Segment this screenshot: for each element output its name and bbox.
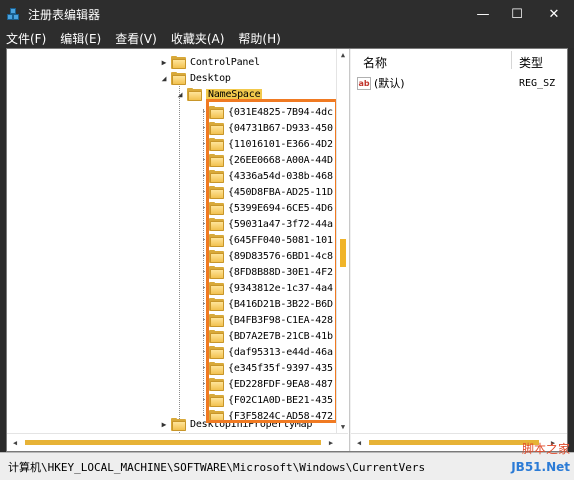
collapse-arrow-icon[interactable]: ◢ [159,71,169,85]
column-divider[interactable] [511,51,512,69]
menu-favorites[interactable]: 收藏夹(A) [171,30,225,47]
site-watermark: 脚本之家 JB51.Net [500,438,574,480]
scroll-right-arrow-icon[interactable]: ▶ [325,436,337,450]
menu-help[interactable]: 帮助(H) [238,30,280,47]
key-tree-pane[interactable]: ▶ ControlPanel ◢ Desktop ◢ NameSpace ▶ D… [7,49,350,451]
tree-node-label: {BD7A2E7B-21CB-41b [228,330,333,342]
editor-frame: ▶ ControlPanel ◢ Desktop ◢ NameSpace ▶ D… [6,48,568,452]
folder-icon [209,409,225,423]
tree-node-label: {450D8FBA-AD25-11D [228,186,333,198]
tree-node-label: {ED228FDF-9EA8-487 [228,378,333,390]
value-row[interactable]: ab (默认) REG_SZ [357,75,567,91]
tree-horizontal-scrollbar[interactable]: ◀ ▶ [7,433,348,451]
string-value-icon: ab [357,76,371,90]
folder-icon [209,281,225,295]
folder-icon [171,417,187,431]
menu-view[interactable]: 查看(V) [115,30,157,47]
tree-node-label: Desktop [190,72,231,84]
folder-icon [171,55,187,69]
folder-icon [209,169,225,183]
minimize-button[interactable]: — [466,0,500,28]
tree-node-label: {031E4825-7B94-4dc [228,106,333,118]
folder-icon [209,137,225,151]
folder-icon [209,121,225,135]
tree-node-label: {11016101-E366-4D2 [228,138,333,150]
scroll-left-arrow-icon[interactable]: ◀ [9,436,21,450]
maximize-button[interactable]: ☐ [500,0,534,28]
vertical-scroll-thumb[interactable] [340,239,346,267]
tree-node-label: ControlPanel [190,56,260,68]
tree-node-label: {26EE0668-A00A-44D [228,154,333,166]
folder-open-icon [187,87,203,101]
scroll-left-arrow-icon[interactable]: ◀ [353,436,365,450]
horizontal-scroll-thumb[interactable] [25,440,321,445]
values-list-pane[interactable]: 名称 类型 ab (默认) REG_SZ ◀ ▶ [351,49,567,451]
collapse-arrow-icon[interactable]: ◢ [175,87,185,101]
value-type: REG_SZ [519,77,556,89]
menu-file[interactable]: 文件(F) [6,30,46,47]
watermark-text: 脚本之家 [521,442,570,456]
value-name: (默认) [374,77,405,90]
title-bar: 注册表编辑器 — ☐ ✕ [0,0,574,28]
folder-icon [209,233,225,247]
tree-node-label: {04731B67-D933-450 [228,122,333,134]
folder-icon [209,105,225,119]
folder-icon [209,297,225,311]
folder-icon [209,153,225,167]
scroll-up-arrow-icon[interactable]: ▲ [337,49,349,61]
window-controls: — ☐ ✕ [466,0,574,28]
folder-icon [209,313,225,327]
tree-node-label: {9343812e-1c37-4a4 [228,282,333,294]
folder-icon [209,329,225,343]
folder-icon [209,345,225,359]
current-key-path: 计算机\HKEY_LOCAL_MACHINE\SOFTWARE\Microsof… [8,461,426,474]
tree-guide-line [203,109,204,415]
close-button[interactable]: ✕ [534,0,574,28]
tree-node-namespace[interactable]: ◢ NameSpace [175,85,263,103]
tree-node-label: {daf95313-e44d-46a [228,346,333,358]
tree-node-label: {4336a54d-038b-468 [228,170,333,182]
folder-icon [209,393,225,407]
scroll-down-arrow-icon[interactable]: ▼ [337,421,349,433]
tree-node-label: {59031a47-3f72-44a [228,218,333,230]
tree-vertical-scrollbar[interactable]: ▲ ▼ [336,49,348,433]
tree-node-guid-key[interactable]: {F3F5824C-AD58-472 [203,407,333,425]
folder-icon [209,185,225,199]
folder-icon [209,249,225,263]
folder-open-icon [171,71,187,85]
menu-bar: 文件(F) 编辑(E) 查看(V) 收藏夹(A) 帮助(H) [0,28,574,48]
tree-node-label: {B416D21B-3B22-B6D [228,298,333,310]
column-header-type[interactable]: 类型 [519,54,543,71]
selected-key-label: NameSpace [206,88,263,100]
tree-node-label: {89D83576-6BD1-4c8 [228,250,333,262]
expand-arrow-icon[interactable]: ▶ [159,417,169,431]
tree-node-label: {645FF040-5081-101 [228,234,333,246]
key-tree: ▶ ControlPanel ◢ Desktop ◢ NameSpace ▶ D… [7,49,337,445]
folder-icon [209,361,225,375]
watermark-url: JB51.Net [511,460,570,474]
regedit-app-icon [6,6,22,22]
folder-icon [209,217,225,231]
tree-node-label: {F3F5824C-AD58-472 [228,410,333,422]
column-header-name[interactable]: 名称 [363,54,387,71]
tree-node-label: {8FD8B88D-30E1-4F2 [228,266,333,278]
tree-node-label: {5399E694-6CE5-4D6 [228,202,333,214]
list-header: 名称 类型 [351,49,567,71]
window-title: 注册表编辑器 [28,7,101,22]
tree-node-label: {B4FB3F98-C1EA-428 [228,314,333,326]
folder-icon [209,201,225,215]
expand-arrow-icon[interactable]: ▶ [159,55,169,69]
status-bar: 计算机\HKEY_LOCAL_MACHINE\SOFTWARE\Microsof… [0,452,574,480]
folder-icon [209,265,225,279]
folder-icon [209,377,225,391]
tree-node-label: {e345f35f-9397-435 [228,362,333,374]
tree-guide-line [179,75,180,445]
menu-edit[interactable]: 编辑(E) [60,30,101,47]
tree-node-label: {F02C1A0D-BE21-435 [228,394,333,406]
